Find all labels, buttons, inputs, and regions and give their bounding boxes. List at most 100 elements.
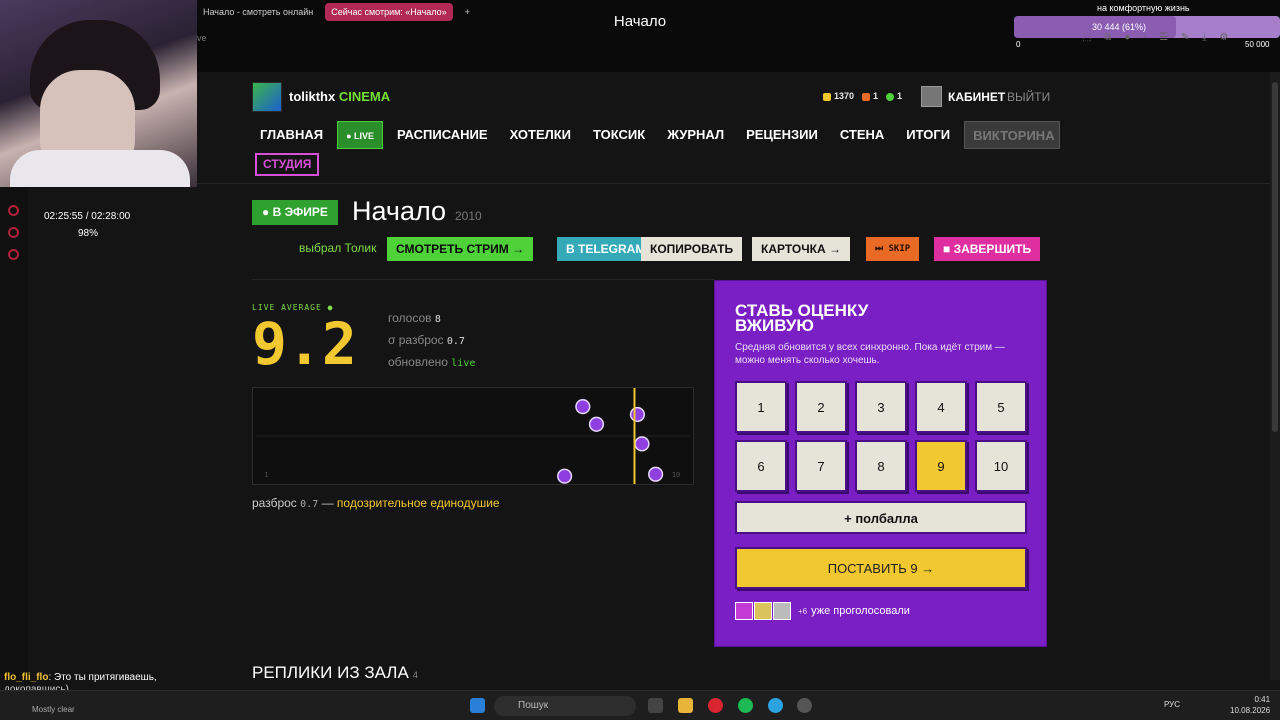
voter-avatar <box>754 602 772 620</box>
cabinet-link[interactable]: КАБИНЕТ <box>948 90 1005 104</box>
plot-axis-max: 10 <box>672 471 680 479</box>
drops-stat: 1 <box>886 91 902 101</box>
rating-panel: СТАВЬ ОЦЕНКУ ВЖИВУЮ Средняя обновится у … <box>714 280 1047 647</box>
rating-option-6[interactable]: 6 <box>735 440 787 492</box>
drop-icon <box>886 92 895 101</box>
replies-heading: РЕПЛИКИ ИЗ ЗАЛА 4 <box>252 663 418 683</box>
finish-button[interactable]: ■ ЗАВЕРШИТЬ <box>934 237 1041 261</box>
half-point-button[interactable]: + полбалла <box>735 501 1027 534</box>
logo-accent: CINEMA <box>338 89 391 104</box>
system-tray-lang[interactable]: РУС <box>1164 700 1180 709</box>
site-logo-image[interactable] <box>252 82 282 112</box>
spread-value: 0.7 <box>446 336 465 347</box>
clock-date: 10.08.2026 <box>1230 706 1271 715</box>
nav-home[interactable]: ГЛАВНАЯ <box>252 121 331 149</box>
nav-wall[interactable]: СТЕНА <box>832 121 892 149</box>
divider <box>252 279 714 280</box>
nav-reviews[interactable]: РЕЦЕНЗИИ <box>738 121 826 149</box>
divider <box>197 183 1270 184</box>
rating-option-10[interactable]: 10 <box>975 440 1027 492</box>
nav-quiz[interactable]: ВИКТОРИНА <box>964 121 1061 149</box>
logo-name: tolikthx <box>289 89 336 104</box>
nav-toxic[interactable]: ТОКСИК <box>585 121 653 149</box>
user-avatar[interactable] <box>921 86 942 107</box>
page-scrollbar[interactable] <box>1270 72 1280 680</box>
card-button[interactable]: КАРТОЧКА → <box>752 237 850 261</box>
vote-meta: голосов 8 σ разброс 0.7 обновлено live <box>388 308 475 374</box>
windows-start-icon[interactable] <box>470 698 485 713</box>
rating-option-2[interactable]: 2 <box>795 381 847 433</box>
rating-option-3[interactable]: 3 <box>855 381 907 433</box>
scrollbar-thumb[interactable] <box>1272 82 1278 432</box>
vote-point <box>634 436 650 452</box>
taskbar-search[interactable]: Пошук <box>494 696 636 716</box>
chat-username: flo_fli_flo <box>4 672 49 683</box>
plot-axis-min: 1 <box>264 471 268 479</box>
user-stats: 1370 1 1 <box>823 91 902 101</box>
taskbar-clock[interactable]: 0:41 10.08.2026 <box>1230 694 1270 716</box>
nav-journal[interactable]: ЖУРНАЛ <box>659 121 732 149</box>
updated-value: live <box>451 358 476 369</box>
updated-label: обновлено <box>388 355 448 369</box>
rating-option-5[interactable]: 5 <box>975 381 1027 433</box>
clock-icon <box>8 205 19 216</box>
telegram-icon[interactable] <box>768 698 783 713</box>
vote-point <box>588 416 605 432</box>
nav-wishlist[interactable]: ХОТЕЛКИ <box>502 121 579 149</box>
voters-row: +6 уже проголосовали <box>735 602 910 620</box>
rating-option-4[interactable]: 4 <box>915 381 967 433</box>
vote-point <box>557 468 573 484</box>
coins-stat: 1370 <box>823 91 854 101</box>
webcam-shirt <box>10 150 190 187</box>
browser-toolbar-icons: ⬚ ⧉ ● ◦ ☰ ✎ ⤓ ⚙ <box>1082 32 1234 43</box>
stream-percent: 98% <box>78 228 99 239</box>
clock-time: 0:41 <box>1254 695 1271 704</box>
voter-avatar <box>773 602 791 620</box>
site-page: tolikthx CINEMA 1370 1 1 КАБИНЕТ ВЫЙТИ Г… <box>197 72 1270 683</box>
submit-rating-button[interactable]: ПОСТАВИТЬ 9 → <box>735 547 1027 589</box>
rating-option-8[interactable]: 8 <box>855 440 907 492</box>
rating-option-7[interactable]: 7 <box>795 440 847 492</box>
nav-schedule[interactable]: РАСПИСАНИЕ <box>389 121 496 149</box>
on-air-badge: ● В ЭФИРЕ <box>252 200 338 225</box>
spotify-icon[interactable] <box>738 698 753 713</box>
replies-count: 4 <box>412 670 418 680</box>
file-explorer-icon[interactable] <box>678 698 693 713</box>
logout-link[interactable]: ВЫЙТИ <box>1007 90 1050 104</box>
rating-option-9-selected[interactable]: 9 <box>915 440 967 492</box>
skip-button[interactable]: ⏭ SKIP <box>866 237 920 261</box>
taskbar: Mostly clear Пошук РУС 0:41 10.08.2026 <box>0 690 1280 720</box>
task-view-icon[interactable] <box>648 698 663 713</box>
movie-title: Начало <box>352 196 447 226</box>
voters-text: уже проголосовали <box>811 605 910 617</box>
donation-goal-max: 50 000 <box>1245 40 1270 49</box>
streak-icon <box>862 92 871 101</box>
left-overlay-strip <box>0 187 28 680</box>
spread-note-verdict: подозрительное единодушие <box>336 496 500 510</box>
voters-extra: +6 <box>798 606 808 616</box>
rating-title: СТАВЬ ОЦЕНКУ ВЖИВУЮ <box>735 301 869 335</box>
donation-goal-min: 0 <box>1016 40 1021 49</box>
voter-avatar <box>735 602 753 620</box>
webcam-feed <box>0 0 197 187</box>
nav-studio[interactable]: СТУДИЯ <box>255 153 320 176</box>
address-bar[interactable]: ve <box>197 33 207 43</box>
nav-live[interactable]: ● LIVE <box>337 121 384 149</box>
spread-label: σ разброс <box>388 333 444 347</box>
nav-results[interactable]: ИТОГИ <box>898 121 958 149</box>
rating-subtitle: Средняя обновится у всех синхронно. Пока… <box>735 342 1005 366</box>
donation-goal-label: на комфортную жизнь <box>1097 3 1190 13</box>
watch-stream-button[interactable]: СМОТРЕТЬ СТРИМ → <box>387 237 534 261</box>
chat-message: : Это ты притягиваешь, <box>48 672 157 683</box>
vote-point <box>648 466 664 482</box>
chat-icon <box>8 227 19 238</box>
main-nav: ГЛАВНАЯ ● LIVE РАСПИСАНИЕ ХОТЕЛКИ ТОКСИК… <box>252 121 1066 149</box>
site-logo[interactable]: tolikthx CINEMA <box>289 89 390 104</box>
vote-point <box>629 406 646 423</box>
rating-option-1[interactable]: 1 <box>735 381 787 433</box>
telegram-button[interactable]: В TELEGRAM <box>557 237 655 261</box>
copy-button[interactable]: КОПИРОВАТЬ <box>641 237 743 261</box>
opera-icon[interactable] <box>708 698 723 713</box>
obs-icon[interactable] <box>797 698 812 713</box>
weather-widget[interactable]: Mostly clear <box>32 705 75 714</box>
